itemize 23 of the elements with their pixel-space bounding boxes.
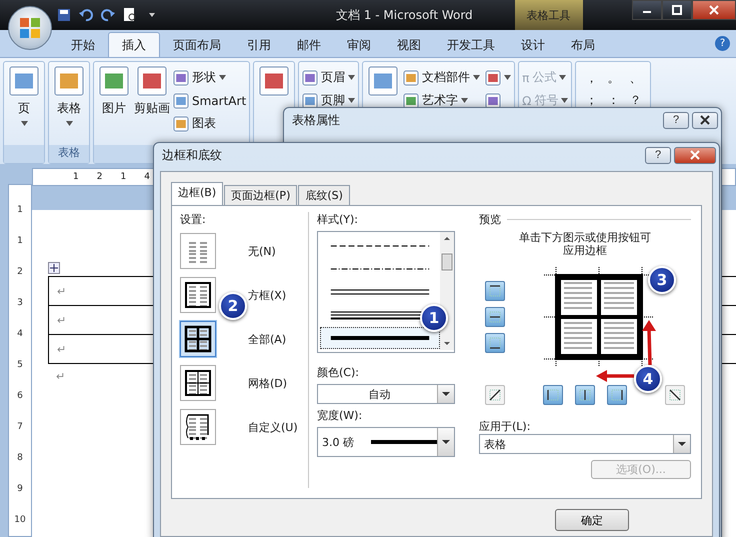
setting-label: 网格(D) [248,376,288,390]
width-label: 宽度(W): [317,408,364,423]
color-label: 颜色(C): [317,365,360,380]
vertical-ruler: 1 1 2 3 4 5 6 7 8 9 10 [8,184,32,537]
style-label: 样式(Y): [317,212,360,227]
preview-hint: 单击下方图示或使用按钮可 [519,231,651,244]
group-label: 表格 [49,145,89,163]
context-tab-label: 表格工具 [514,0,583,30]
preview-hint: 应用边框 [563,244,607,257]
setting-label: 全部(A) [248,332,286,346]
settings-label: 设置: [180,212,207,227]
setting-label: 无(N) [248,244,276,258]
paragraph-mark: ↵ [57,314,66,326]
dialog-title: 表格属性 [292,112,340,128]
paragraph-mark: ↵ [57,284,66,298]
preview-label: 预览 [479,212,501,227]
paragraph-mark: ↵ [56,370,66,383]
dialog-title: 边框和底纹 [162,146,222,164]
setting-label: 方框(X) [248,288,286,302]
setting-label: 自定义(U) [248,420,298,434]
window-title: 文档 1 - Microsoft Word [336,6,473,24]
paragraph-mark: ↵ [57,342,66,356]
apply-to-label: 应用于(L): [479,419,532,434]
